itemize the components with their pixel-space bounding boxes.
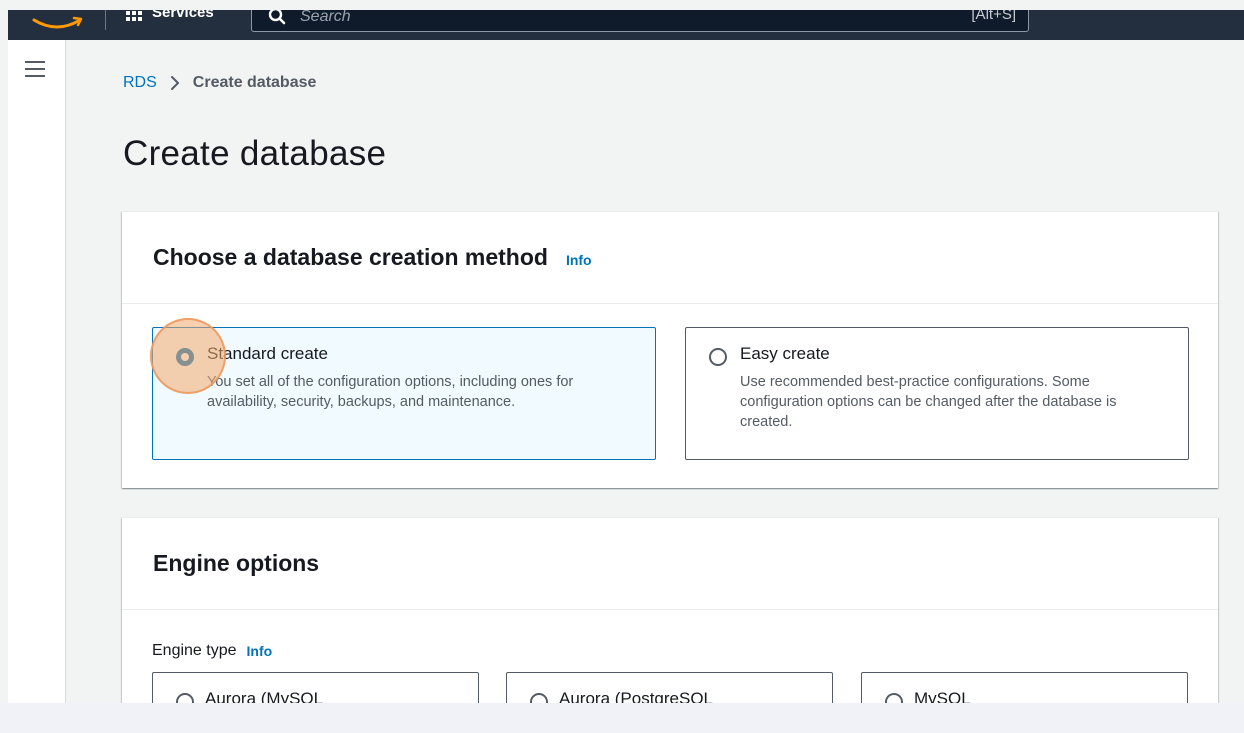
- panel-header: Choose a database creation method Info: [122, 212, 1218, 304]
- side-navigation-rail: [8, 40, 66, 703]
- grid-icon: [126, 10, 142, 21]
- engine-option-aurora-postgresql[interactable]: Aurora (PostgreSQL: [506, 672, 833, 703]
- panel-title: Engine options: [153, 550, 320, 576]
- panel-header: Engine options: [122, 518, 1218, 610]
- aws-logo-icon[interactable]: [30, 12, 84, 36]
- services-label: Services: [152, 10, 214, 21]
- panel-title: Choose a database creation method: [153, 244, 548, 270]
- easy-create-option[interactable]: Easy create Use recommended best-practic…: [685, 327, 1189, 460]
- option-description: You set all of the configuration options…: [207, 374, 574, 410]
- info-link[interactable]: Info: [247, 643, 273, 659]
- search-icon: [268, 10, 286, 25]
- console-window: Services [Alt+S] RDS Create database Cre…: [8, 10, 1244, 703]
- radio-unselected-icon[interactable]: [530, 693, 548, 703]
- chevron-right-icon: [170, 76, 179, 90]
- option-label: Easy create: [740, 344, 830, 363]
- engine-options-panel: Engine options Engine type Info Aurora (…: [122, 517, 1218, 703]
- services-menu-button[interactable]: Services: [126, 10, 214, 21]
- standard-create-option[interactable]: Standard create You set all of the confi…: [152, 327, 656, 460]
- info-link[interactable]: Info: [566, 252, 592, 268]
- breadcrumb: RDS Create database: [123, 74, 316, 92]
- search-input[interactable]: [300, 10, 900, 27]
- engine-label: Aurora (PostgreSQL: [559, 689, 714, 703]
- search-shortcut-hint: [Alt+S]: [971, 10, 1016, 23]
- hamburger-menu-icon[interactable]: [25, 61, 45, 77]
- radio-selected-icon[interactable]: [176, 348, 194, 366]
- engine-type-label-row: Engine type Info: [152, 642, 272, 660]
- option-description: Use recommended best-practice configurat…: [740, 374, 1117, 430]
- engine-label: Aurora (MySQL: [205, 689, 324, 703]
- creation-method-panel: Choose a database creation method Info S…: [122, 211, 1218, 488]
- option-label: Standard create: [207, 344, 328, 363]
- top-navigation: Services [Alt+S]: [8, 10, 1244, 40]
- breadcrumb-current: Create database: [192, 74, 317, 91]
- engine-label: MySQL: [914, 689, 971, 703]
- engine-type-label: Engine type: [152, 642, 237, 659]
- breadcrumb-link-rds[interactable]: RDS: [123, 74, 157, 92]
- radio-unselected-icon[interactable]: [885, 693, 903, 703]
- search-box[interactable]: [Alt+S]: [251, 10, 1029, 32]
- nav-divider: [105, 10, 106, 30]
- engine-option-mysql[interactable]: MySQL: [861, 672, 1188, 703]
- radio-unselected-icon[interactable]: [176, 693, 194, 703]
- bottom-margin: [0, 703, 1244, 733]
- engine-option-aurora-mysql[interactable]: Aurora (MySQL: [152, 672, 479, 703]
- page-title: Create database: [123, 134, 387, 173]
- radio-unselected-icon[interactable]: [709, 348, 727, 366]
